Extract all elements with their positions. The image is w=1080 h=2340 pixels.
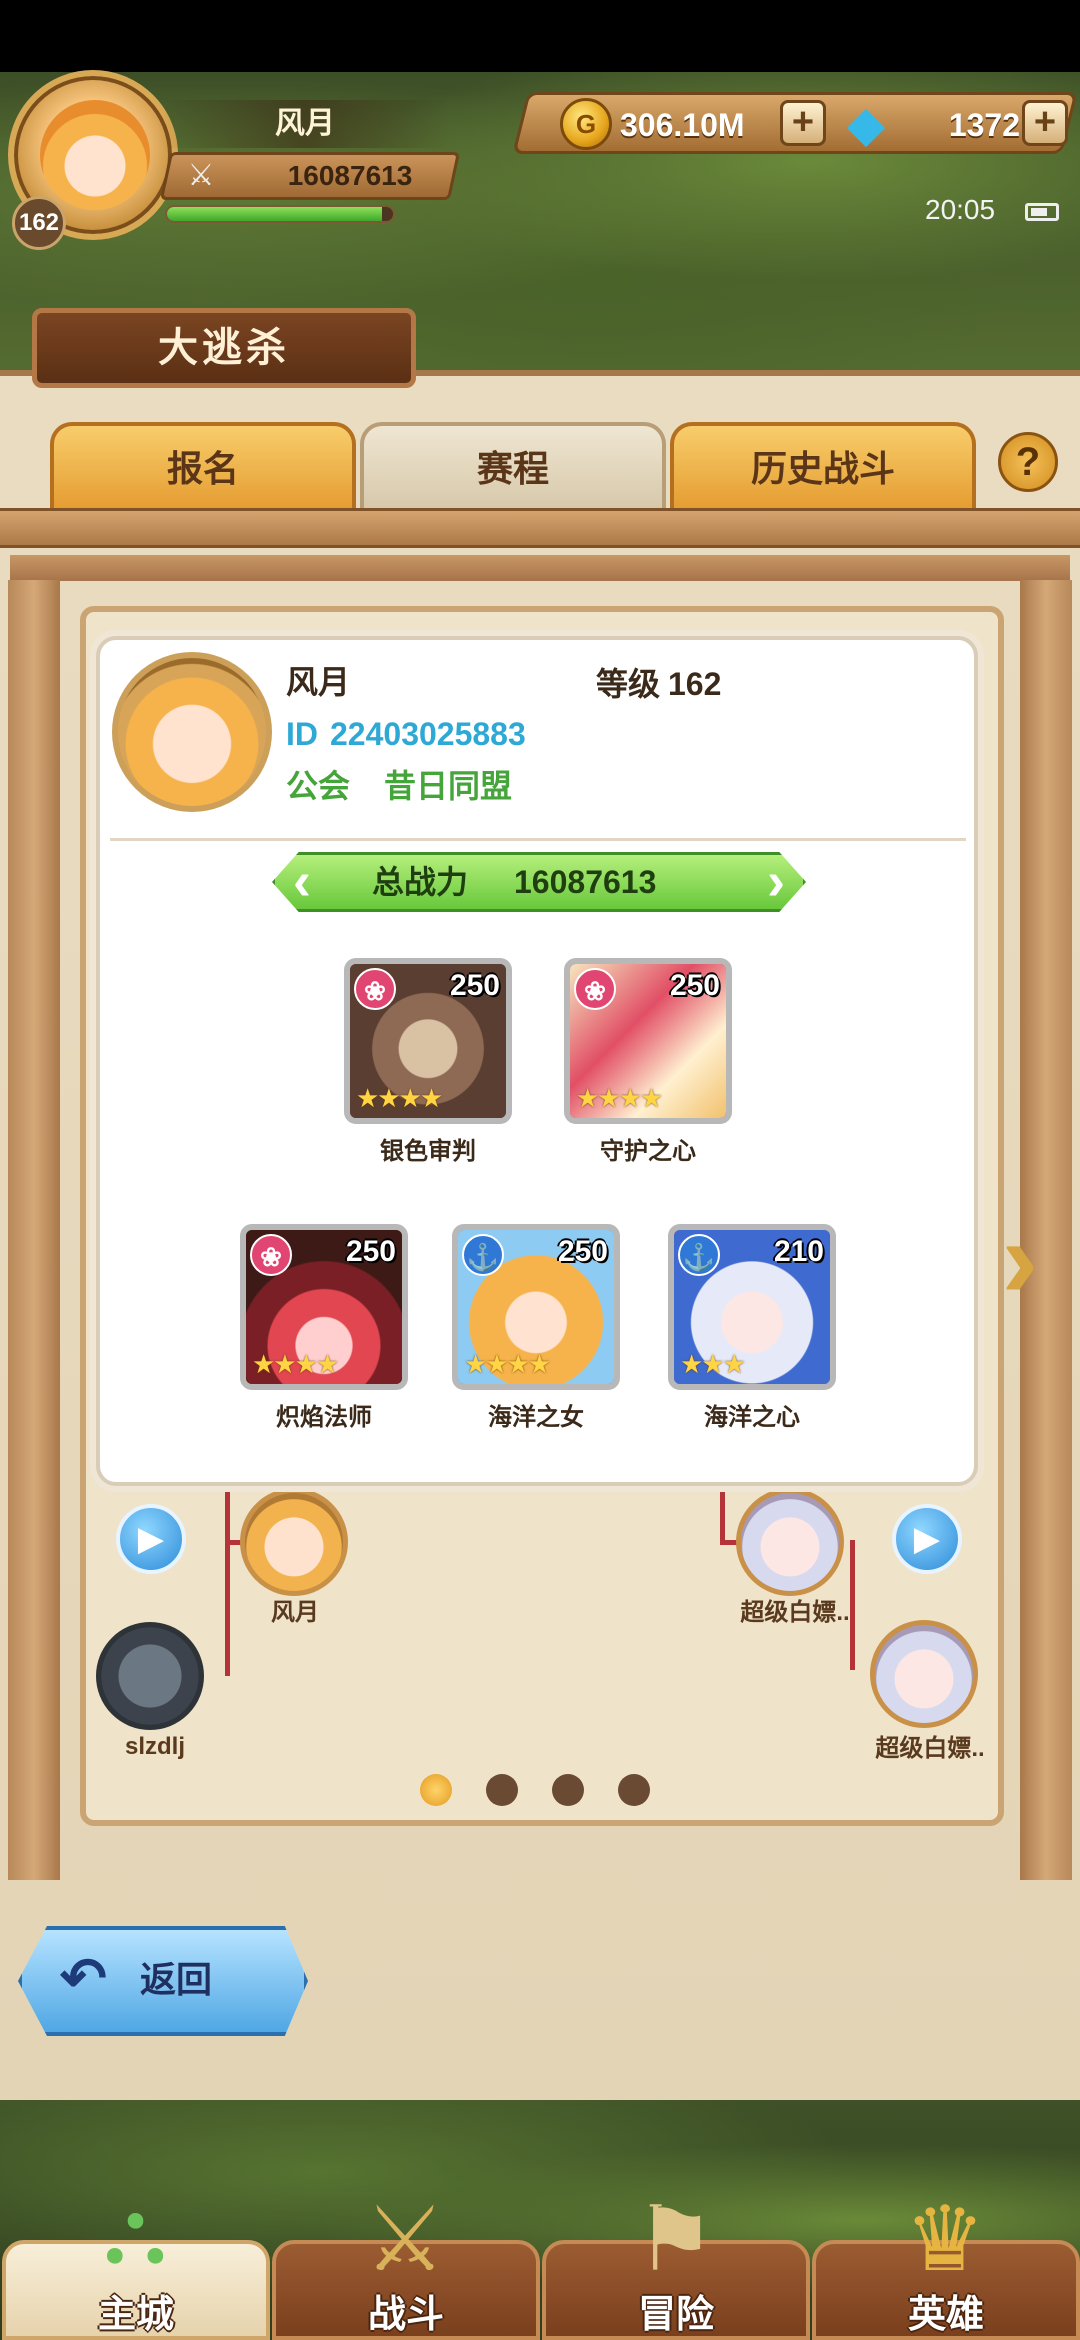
back-button-label: 返回 xyxy=(140,1959,213,2000)
popup-id-value: 22403025883 xyxy=(330,716,526,752)
wood-beam xyxy=(0,508,1080,548)
hero-level: 250 xyxy=(345,1235,396,1268)
bracket-avatar-right-bottom[interactable] xyxy=(870,1620,978,1728)
hero-name: 守护之心 xyxy=(600,1138,696,1165)
hero-name: 海洋之女 xyxy=(488,1404,584,1431)
total-power-label: 总战力 xyxy=(372,864,469,900)
add-gems-button[interactable]: + xyxy=(1022,100,1068,146)
popup-guild-label: 公会 xyxy=(286,768,351,804)
popup-id-label: ID xyxy=(286,716,318,752)
gem-amount: 1372 xyxy=(948,107,1020,143)
hero-name: 海洋之心 xyxy=(704,1404,800,1431)
faction-lotus-icon: ❀ xyxy=(354,968,396,1010)
gold-amount: 306.10M xyxy=(620,107,745,143)
page-title: 大逃杀 xyxy=(32,308,416,388)
play-replay-button-left[interactable]: ▶ xyxy=(116,1504,186,1574)
nav-label-adventure: 冒险 xyxy=(637,2294,714,2336)
nav-label-battle: 战斗 xyxy=(367,2294,444,2336)
hero-stars: ★★★★ xyxy=(576,1084,663,1114)
popup-guild-value: 昔日同盟 xyxy=(384,768,513,804)
bracket-avatar-right-top[interactable] xyxy=(736,1488,844,1596)
player-avatar-face xyxy=(40,100,150,210)
help-button[interactable]: ? xyxy=(998,432,1058,492)
crossed-swords-icon: ⚔ xyxy=(187,158,215,193)
bracket-line xyxy=(720,1486,725,1541)
bracket-name-right-bottom: 超级白嫖.. xyxy=(875,1735,985,1762)
hero-stars: ★★★ xyxy=(680,1350,746,1380)
tab-schedule[interactable]: 赛程 xyxy=(360,422,666,512)
faction-lotus-icon: ❀ xyxy=(574,968,616,1010)
play-replay-button-right[interactable]: ▶ xyxy=(892,1504,962,1574)
add-gold-button[interactable]: + xyxy=(780,100,826,146)
page-dot-4[interactable] xyxy=(618,1774,650,1806)
hero-name: 银色审判 xyxy=(380,1138,476,1165)
status-bar xyxy=(0,0,1080,72)
popup-player-name: 风月 xyxy=(286,664,351,700)
gold-coin-icon: G xyxy=(560,98,612,150)
scroll-map-icon: ⚑ xyxy=(634,2187,716,2292)
hero-stars: ★★★★ xyxy=(464,1350,551,1380)
crossed-swords-icon: ⚔ xyxy=(364,2187,446,2292)
hero-card-ocean-daughter[interactable]: ⚓ 250 ★★★★ xyxy=(452,1224,620,1390)
player-name: 风月 xyxy=(160,100,450,148)
bracket-avatar-left-top[interactable] xyxy=(240,1488,348,1596)
total-power-value: 16087613 xyxy=(514,864,657,900)
bracket-name-left-top: 风月 xyxy=(271,1599,319,1626)
bracket-name-right-top: 超级白嫖.. xyxy=(740,1599,850,1626)
hero-emblem-icon: ♛ xyxy=(904,2187,986,2292)
hero-level: 250 xyxy=(669,969,720,1002)
castle-icon: ⛬ xyxy=(103,2179,167,2284)
nav-label-heroes: 英雄 xyxy=(907,2294,984,2336)
wood-beam-lower xyxy=(10,555,1070,581)
chevron-left-icon: ‹ xyxy=(293,851,311,911)
faction-lotus-icon: ❀ xyxy=(250,1234,292,1276)
popup-level-value: 162 xyxy=(668,666,722,702)
next-page-arrow[interactable]: › xyxy=(990,1200,1050,1320)
page-dot-3[interactable] xyxy=(552,1774,584,1806)
hero-card-ocean-heart[interactable]: ⚓ 210 ★★★ xyxy=(668,1224,836,1390)
hero-stars: ★★★★ xyxy=(252,1350,339,1380)
page-dot-2[interactable] xyxy=(486,1774,518,1806)
nav-label-main-city: 主城 xyxy=(97,2294,174,2336)
player-level-badge: 162 xyxy=(12,196,66,250)
battery-icon xyxy=(1025,203,1059,221)
return-arrow-icon: ↶ xyxy=(60,1946,107,2009)
bracket-line xyxy=(225,1486,230,1576)
hero-card-guardian-heart[interactable]: ❀ 250 ★★★★ xyxy=(564,958,732,1124)
popup-player-avatar xyxy=(112,652,272,812)
clock: 20:05 xyxy=(925,194,996,225)
tab-signup[interactable]: 报名 xyxy=(50,422,356,512)
tab-history[interactable]: 历史战斗 xyxy=(670,422,976,512)
left-pillar xyxy=(8,580,60,1880)
bracket-avatar-left-bottom[interactable] xyxy=(96,1622,204,1730)
popup-divider xyxy=(110,838,966,841)
hero-level: 250 xyxy=(557,1235,608,1268)
faction-anchor-icon: ⚓ xyxy=(678,1234,720,1276)
hero-name: 炽焰法师 xyxy=(276,1404,372,1431)
chevron-right-icon: › xyxy=(767,851,785,911)
bracket-name-left-bottom: slzdlj xyxy=(124,1733,185,1760)
diamond-icon: ◆ xyxy=(846,95,886,153)
faction-anchor-icon: ⚓ xyxy=(462,1234,504,1276)
player-power: 16087613 xyxy=(287,160,413,191)
xp-bar-fill xyxy=(167,207,382,221)
page-dot-1[interactable] xyxy=(420,1774,452,1806)
hero-stars: ★★★★ xyxy=(356,1084,443,1114)
hero-level: 210 xyxy=(773,1235,824,1268)
hero-card-flame-mage[interactable]: ❀ 250 ★★★★ xyxy=(240,1224,408,1390)
hero-card-silver-judgment[interactable]: ❀ 250 ★★★★ xyxy=(344,958,512,1124)
hero-level: 250 xyxy=(449,969,500,1002)
xp-bar xyxy=(165,205,395,223)
